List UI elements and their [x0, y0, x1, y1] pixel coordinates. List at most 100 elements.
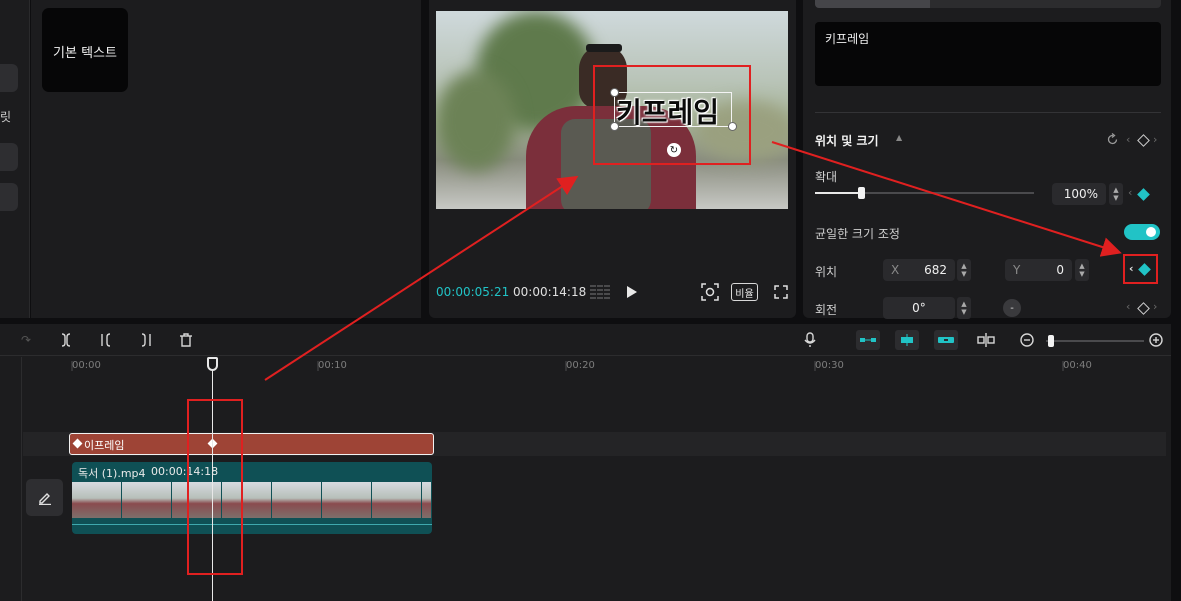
split-right-icon[interactable] — [138, 331, 154, 349]
next-keyframe-icon[interactable]: › — [1153, 133, 1157, 146]
snap-icon — [901, 334, 913, 346]
play-button[interactable] — [623, 281, 641, 303]
rail-button[interactable] — [0, 64, 18, 92]
default-text-tile[interactable]: 기본 텍스트 — [42, 8, 128, 92]
prev-keyframe-icon[interactable]: ‹ — [1128, 186, 1132, 199]
uniform-scale-label: 균일한 크기 조정 — [815, 227, 900, 241]
delete-icon[interactable] — [178, 331, 194, 349]
x-label: X — [891, 263, 900, 277]
keyframe-icon[interactable] — [1137, 302, 1150, 315]
x-value: 682 — [924, 263, 947, 277]
y-value: 0 — [1056, 263, 1064, 277]
playhead[interactable] — [212, 363, 213, 601]
ratio-button[interactable]: 비율 — [731, 283, 758, 301]
video-clip[interactable]: 독서 (1).mp4 00:00:14:18 — [72, 462, 432, 534]
magnet-button[interactable] — [856, 330, 880, 350]
zoom-slider[interactable] — [1046, 335, 1144, 347]
timeline-panel: ↷ 00:00 00:10 00:20 00:30 00:40 이프레임 독서 … — [0, 324, 1171, 601]
focus-icon — [701, 283, 719, 301]
prev-keyframe-icon[interactable]: ‹ — [1126, 300, 1130, 313]
rail-button[interactable] — [0, 183, 18, 211]
clip-thumbnail — [172, 482, 222, 518]
resize-handle[interactable] — [610, 122, 619, 131]
position-x-field[interactable]: X 682 — [883, 259, 955, 281]
clip-thumbnail — [422, 482, 432, 518]
edit-cover-button[interactable] — [26, 479, 63, 516]
y-stepper[interactable]: ▲ ▼ — [1075, 259, 1089, 281]
current-time: 00:00:05:21 — [436, 285, 510, 299]
scale-stepper[interactable]: ▲ ▼ — [1109, 183, 1123, 205]
divider — [815, 112, 1161, 113]
split-icon[interactable] — [58, 331, 74, 349]
rotate-handle-icon[interactable]: ↻ — [667, 143, 681, 157]
default-text-label: 기본 텍스트 — [53, 46, 117, 61]
axis-icon — [938, 337, 954, 343]
uniform-scale-toggle[interactable] — [1124, 224, 1160, 240]
rotation-label: 회전 — [815, 303, 838, 317]
keyframe-icon[interactable] — [1137, 134, 1150, 147]
rail-label: 릿 — [0, 110, 12, 124]
scale-field[interactable]: 100% — [1052, 183, 1106, 205]
properties-panel: 키프레임 위치 및 크기 ▲ ‹ › 확대 100% ▲ ▼ ‹ 균일한 크기 조… — [803, 0, 1171, 319]
link-icon — [860, 338, 876, 342]
next-keyframe-icon[interactable]: › — [1153, 300, 1157, 313]
time-ruler[interactable]: 00:00 00:10 00:20 00:30 00:40 — [0, 357, 1171, 375]
scale-slider[interactable] — [815, 187, 1034, 199]
section-title[interactable]: 위치 및 크기 — [815, 132, 879, 149]
ratio-label: 비율 — [735, 288, 754, 300]
x-stepper[interactable]: ▲ ▼ — [957, 259, 971, 281]
screenshot-button[interactable] — [700, 281, 720, 303]
total-time: 00:00:14:18 — [513, 285, 587, 299]
rotation-field[interactable]: 0° — [883, 297, 955, 319]
text-clip-label: 이프레임 — [84, 439, 125, 452]
video-preview[interactable]: 키프레임 ↻ — [436, 11, 788, 209]
clip-thumbnail — [272, 482, 322, 518]
left-rail: 릿 — [0, 0, 30, 318]
y-label: Y — [1013, 263, 1021, 277]
reset-icon[interactable] — [1106, 133, 1119, 146]
zoom-in-icon[interactable] — [1148, 331, 1164, 349]
track-headers — [0, 357, 22, 601]
preview-title-text[interactable]: 키프레임 — [616, 91, 719, 131]
split-view-icon[interactable] — [976, 331, 996, 349]
position-y-field[interactable]: Y 0 — [1005, 259, 1072, 281]
property-tabs[interactable] — [815, 0, 1161, 8]
resize-handle[interactable] — [610, 88, 619, 97]
fullscreen-icon — [774, 285, 788, 299]
redo-icon[interactable]: ↷ — [18, 331, 34, 349]
rotation-value: 0° — [912, 301, 926, 315]
rotate-dial-icon[interactable]: - — [1003, 299, 1021, 317]
collapse-icon[interactable]: ▲ — [896, 133, 902, 142]
tab-active[interactable] — [815, 0, 930, 8]
media-panel: 기본 텍스트 — [31, 0, 421, 318]
ruler-ticks — [71, 361, 1064, 371]
slider-knob[interactable] — [857, 187, 865, 199]
resize-handle[interactable] — [728, 122, 737, 131]
pencil-icon — [38, 492, 51, 505]
text-input[interactable]: 키프레임 — [815, 22, 1161, 86]
preview-axis-button[interactable] — [934, 330, 958, 350]
rail-button[interactable] — [0, 143, 18, 171]
prev-keyframe-icon[interactable]: ‹ — [1126, 133, 1130, 146]
zoom-out-icon[interactable] — [1019, 331, 1035, 349]
split-left-icon[interactable] — [98, 331, 114, 349]
microphone-icon[interactable] — [801, 331, 819, 349]
clip-thumbnail — [222, 482, 272, 518]
clip-keyframe-icon[interactable] — [72, 438, 83, 449]
playhead-handle[interactable] — [207, 357, 218, 371]
zoom-knob[interactable] — [1047, 335, 1054, 347]
timeline-toolbar: ↷ — [0, 324, 1171, 356]
scale-value: 100% — [1063, 187, 1098, 201]
fullscreen-button[interactable] — [771, 281, 791, 303]
clip-thumbnail — [122, 482, 172, 518]
video-clip-name: 독서 (1).mp4 — [78, 467, 146, 480]
waveform-icon[interactable] — [589, 281, 611, 303]
clip-thumbnail — [322, 482, 372, 518]
keyframe-active-icon[interactable] — [1137, 188, 1150, 201]
keyframe-active-icon[interactable] — [1138, 263, 1151, 276]
rotation-stepper[interactable]: ▲ ▼ — [957, 297, 971, 319]
snap-button[interactable] — [895, 330, 919, 350]
text-clip[interactable]: 이프레임 — [69, 433, 434, 455]
clip-thumbnail — [372, 482, 422, 518]
prev-keyframe-icon[interactable]: ‹ — [1129, 262, 1134, 275]
